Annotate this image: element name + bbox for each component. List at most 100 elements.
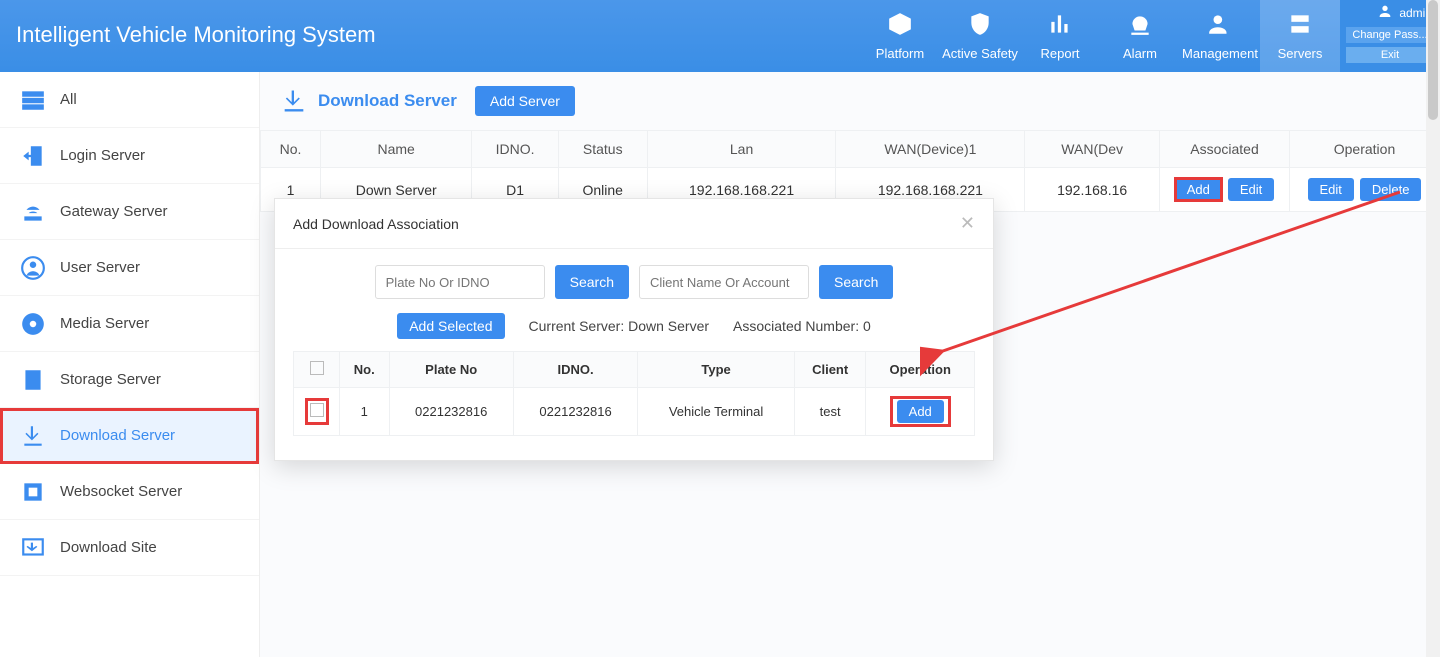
meta-row: Add Selected Current Server: Down Server…	[293, 313, 975, 339]
th-status: Status	[558, 131, 647, 168]
add-server-button[interactable]: Add Server	[475, 86, 575, 116]
th-operation: Operation	[1290, 131, 1440, 168]
th-no: No.	[261, 131, 321, 168]
sidebar-item-label: User Server	[60, 259, 140, 276]
scrollbar-thumb[interactable]	[1428, 0, 1438, 120]
sidebar-item-user-server[interactable]: User Server	[0, 240, 259, 296]
client-search-button[interactable]: Search	[819, 265, 893, 299]
nav-management[interactable]: Management	[1180, 0, 1260, 72]
cell-associated: Add Edit	[1160, 168, 1290, 212]
th-type: Type	[638, 352, 795, 388]
plate-search-input[interactable]	[375, 265, 545, 299]
sidebar: All Login Server Gateway Server User Ser…	[0, 72, 260, 657]
sidebar-item-label: Storage Server	[60, 371, 161, 388]
nav-label: Platform	[876, 46, 924, 61]
user-info: admin	[1340, 0, 1440, 25]
client-search-input[interactable]	[639, 265, 809, 299]
cell-type: Vehicle Terminal	[638, 388, 795, 436]
th-associated: Associated	[1160, 131, 1290, 168]
user-icon	[1377, 3, 1393, 22]
cell-plate: 0221232816	[389, 388, 513, 436]
plate-search-button[interactable]: Search	[555, 265, 629, 299]
th-check	[294, 352, 340, 388]
page-title-wrap: Download Server	[280, 87, 457, 115]
sidebar-item-label: Media Server	[60, 315, 149, 332]
cell-no: 1	[340, 388, 390, 436]
sidebar-item-download-server[interactable]: Download Server	[0, 408, 259, 464]
op-edit-button[interactable]: Edit	[1308, 178, 1354, 201]
sidebar-item-label: All	[60, 91, 77, 108]
table-row: 1 0221232816 0221232816 Vehicle Terminal…	[294, 388, 975, 436]
cell-client: test	[794, 388, 866, 436]
nav-label: Alarm	[1123, 46, 1157, 61]
association-table: No. Plate No IDNO. Type Client Operation…	[293, 351, 975, 436]
add-selected-button[interactable]: Add Selected	[397, 313, 504, 339]
row-checkbox[interactable]	[310, 403, 324, 417]
sidebar-item-login-server[interactable]: Login Server	[0, 128, 259, 184]
sidebar-item-label: Websocket Server	[60, 483, 182, 500]
sidebar-item-websocket-server[interactable]: Websocket Server	[0, 464, 259, 520]
exit-button[interactable]: Exit	[1346, 47, 1434, 63]
op-delete-button[interactable]: Delete	[1360, 178, 1422, 201]
nav-label: Active Safety	[942, 46, 1018, 61]
search-row: Search Search	[293, 265, 975, 299]
vertical-scrollbar[interactable]	[1426, 0, 1440, 657]
change-password-button[interactable]: Change Pass...	[1346, 27, 1434, 43]
th-client: Client	[794, 352, 866, 388]
cell-idno: 0221232816	[513, 388, 637, 436]
nav-platform[interactable]: Platform	[860, 0, 940, 72]
top-nav: Platform Active Safety Report Alarm Mana…	[860, 0, 1340, 72]
th-idno: IDNO.	[472, 131, 558, 168]
modal-body: Search Search Add Selected Current Serve…	[275, 249, 993, 460]
nav-report[interactable]: Report	[1020, 0, 1100, 72]
sidebar-item-media-server[interactable]: Media Server	[0, 296, 259, 352]
sidebar-item-storage-server[interactable]: Storage Server	[0, 352, 259, 408]
select-all-checkbox[interactable]	[310, 361, 324, 375]
sidebar-item-gateway-server[interactable]: Gateway Server	[0, 184, 259, 240]
user-panel: admin Change Pass... Exit	[1340, 0, 1440, 72]
page-header: Download Server Add Server	[260, 72, 1440, 130]
cell-op: Add	[866, 388, 975, 436]
content-area: Download Server Add Server No. Name IDNO…	[260, 72, 1440, 657]
nav-label: Servers	[1278, 46, 1323, 61]
page-title: Download Server	[318, 91, 457, 111]
alarm-icon	[1127, 11, 1153, 40]
row-add-button[interactable]: Add	[897, 400, 944, 423]
sidebar-item-label: Login Server	[60, 147, 145, 164]
server-icon	[1287, 11, 1313, 40]
sidebar-item-label: Download Server	[60, 427, 175, 444]
th-name: Name	[320, 131, 471, 168]
close-icon[interactable]: ✕	[960, 213, 975, 234]
bar-chart-icon	[1047, 11, 1073, 40]
app-header: Intelligent Vehicle Monitoring System Pl…	[0, 0, 1440, 72]
th-no: No.	[340, 352, 390, 388]
nav-active-safety[interactable]: Active Safety	[940, 0, 1020, 72]
assoc-add-button[interactable]: Add	[1175, 178, 1222, 201]
associated-number-label: Associated Number: 0	[733, 318, 871, 334]
current-server-label: Current Server: Down Server	[529, 318, 710, 334]
th-plate: Plate No	[389, 352, 513, 388]
sidebar-item-label: Download Site	[60, 539, 157, 556]
modal-header: Add Download Association ✕	[275, 199, 993, 249]
cell-check	[294, 388, 340, 436]
th-lan: Lan	[647, 131, 836, 168]
nav-alarm[interactable]: Alarm	[1100, 0, 1180, 72]
assoc-edit-button[interactable]: Edit	[1228, 178, 1274, 201]
nav-label: Report	[1040, 46, 1079, 61]
add-association-modal: Add Download Association ✕ Search Search…	[274, 198, 994, 461]
app-title: Intelligent Vehicle Monitoring System	[0, 0, 860, 72]
sidebar-item-download-site[interactable]: Download Site	[0, 520, 259, 576]
sidebar-item-label: Gateway Server	[60, 203, 168, 220]
cell-operation: Edit Delete	[1290, 168, 1440, 212]
annotation-arrow	[920, 182, 1440, 382]
sidebar-item-all[interactable]: All	[0, 72, 259, 128]
cell-wan2: 192.168.16	[1025, 168, 1160, 212]
cube-icon	[887, 11, 913, 40]
nav-label: Management	[1182, 46, 1258, 61]
page-body: All Login Server Gateway Server User Ser…	[0, 72, 1440, 657]
user-gear-icon	[1207, 11, 1233, 40]
nav-servers[interactable]: Servers	[1260, 0, 1340, 72]
modal-title: Add Download Association	[293, 216, 459, 232]
th-wan1: WAN(Device)1	[836, 131, 1025, 168]
th-idno: IDNO.	[513, 352, 637, 388]
